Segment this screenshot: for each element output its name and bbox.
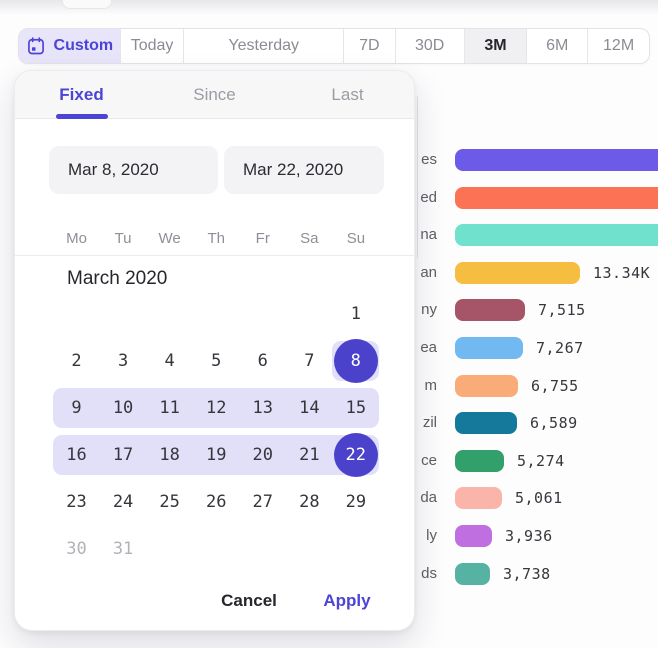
tab-label: Since [193,85,236,105]
day-14[interactable]: 14 [286,385,333,431]
day-19[interactable]: 19 [193,432,240,478]
bar-value-label: 6,755 [531,375,579,397]
start-date-input[interactable]: Mar 8, 2020 [49,146,218,194]
day-12[interactable]: 12 [193,385,240,431]
toolbar-item-label: Today [131,37,174,55]
tab-fixed[interactable]: Fixed [15,71,148,118]
bar-zil[interactable] [455,412,517,434]
day-22-selected[interactable]: 22 [334,433,378,477]
day-20[interactable]: 20 [239,432,286,478]
day-9[interactable]: 9 [53,385,100,431]
bar-ed[interactable] [455,187,658,209]
day-27[interactable]: 27 [239,479,286,525]
weekday-fr: Fr [239,229,286,249]
bar-es[interactable] [455,149,658,171]
bar-value-label: 3,936 [505,525,553,547]
toolbar-item-3m[interactable]: 3M [465,29,528,63]
tab-label: Last [331,85,363,105]
toolbar-item-label: 12M [603,37,634,55]
weekday-su: Su [332,229,379,249]
day-26[interactable]: 26 [193,479,240,525]
toolbar-item-label: Yesterday [228,37,299,55]
toolbar-item-7d[interactable]: 7D [344,29,396,63]
tab-since[interactable]: Since [148,71,281,118]
day-30: 30 [53,526,100,572]
divider [15,255,414,256]
toolbar-item-today[interactable]: Today [121,29,185,63]
weekday-th: Th [193,229,240,249]
date-picker-tabs: Fixed Since Last [15,71,414,119]
bar-ly[interactable] [455,525,492,547]
cancel-button[interactable]: Cancel [211,588,287,614]
weekday-tu: Tu [100,229,147,249]
toolbar-item-yesterday[interactable]: Yesterday [184,29,343,63]
day-1[interactable]: 1 [332,291,379,337]
toolbar-item-label: 3M [484,37,506,55]
day-25[interactable]: 25 [146,479,193,525]
month-label: March 2020 [67,268,167,290]
day-4[interactable]: 4 [146,338,193,384]
day-10[interactable]: 10 [100,385,147,431]
bar-m[interactable] [455,375,518,397]
bar-value-label: 5,274 [517,450,565,472]
bar-ea[interactable] [455,337,523,359]
toolbar-item-label: Custom [54,37,114,55]
day-29[interactable]: 29 [332,479,379,525]
toolbar-item-12m[interactable]: 12M [588,29,649,63]
day-23[interactable]: 23 [53,479,100,525]
day-15[interactable]: 15 [332,385,379,431]
day-16[interactable]: 16 [53,432,100,478]
bar-da[interactable] [455,487,502,509]
tab-last[interactable]: Last [281,71,414,118]
bar-value-label: 7,267 [536,337,584,359]
day-11[interactable]: 11 [146,385,193,431]
day-21[interactable]: 21 [286,432,333,478]
day-3[interactable]: 3 [100,338,147,384]
bar-an[interactable] [455,262,580,284]
apply-button[interactable]: Apply [317,588,377,614]
toolbar-item-label: 30D [415,37,444,55]
active-tab-underline [56,114,108,119]
bar-ny[interactable] [455,299,525,321]
weekday-we: We [146,229,193,249]
bar-value-label: 5,061 [515,487,563,509]
day-31: 31 [100,526,147,572]
bar-ds[interactable] [455,563,490,585]
scrolled-element-remnant [62,0,112,9]
day-5[interactable]: 5 [193,338,240,384]
day-7[interactable]: 7 [286,338,333,384]
toolbar-item-label: 6M [546,37,568,55]
bar-value-label: 6,589 [530,412,578,434]
page: CustomTodayYesterday7D30D3M6M12M ✓ esedn… [0,0,658,648]
day-2[interactable]: 2 [53,338,100,384]
bar-ce[interactable] [455,450,504,472]
date-range-toolbar: Custom Today Yesterday 7D 30D 3M 6M 12M [18,28,650,64]
weekday-mo: Mo [53,229,100,249]
end-date-input[interactable]: Mar 22, 2020 [224,146,384,194]
bar-value-label: 13.34K [593,262,650,284]
toolbar-item-6m[interactable]: 6M [527,29,588,63]
calendar-icon [26,36,46,56]
day-13[interactable]: 13 [239,385,286,431]
bar-value-label: 3,738 [503,563,551,585]
toolbar-item-label: 7D [359,37,379,55]
tab-label: Fixed [59,85,103,105]
day-8-selected[interactable]: 8 [334,339,378,383]
day-18[interactable]: 18 [146,432,193,478]
toolbar-item-custom[interactable]: Custom [19,29,121,63]
toolbar-item-30d[interactable]: 30D [396,29,465,63]
day-24[interactable]: 24 [100,479,147,525]
bar-value-label: 7,515 [538,299,586,321]
day-28[interactable]: 28 [286,479,333,525]
weekday-sa: Sa [286,229,333,249]
day-17[interactable]: 17 [100,432,147,478]
day-6[interactable]: 6 [239,338,286,384]
date-picker-popup: FixedSinceLast Mar 8, 2020 Mar 22, 2020 … [14,70,415,631]
bar-na[interactable] [455,224,658,246]
